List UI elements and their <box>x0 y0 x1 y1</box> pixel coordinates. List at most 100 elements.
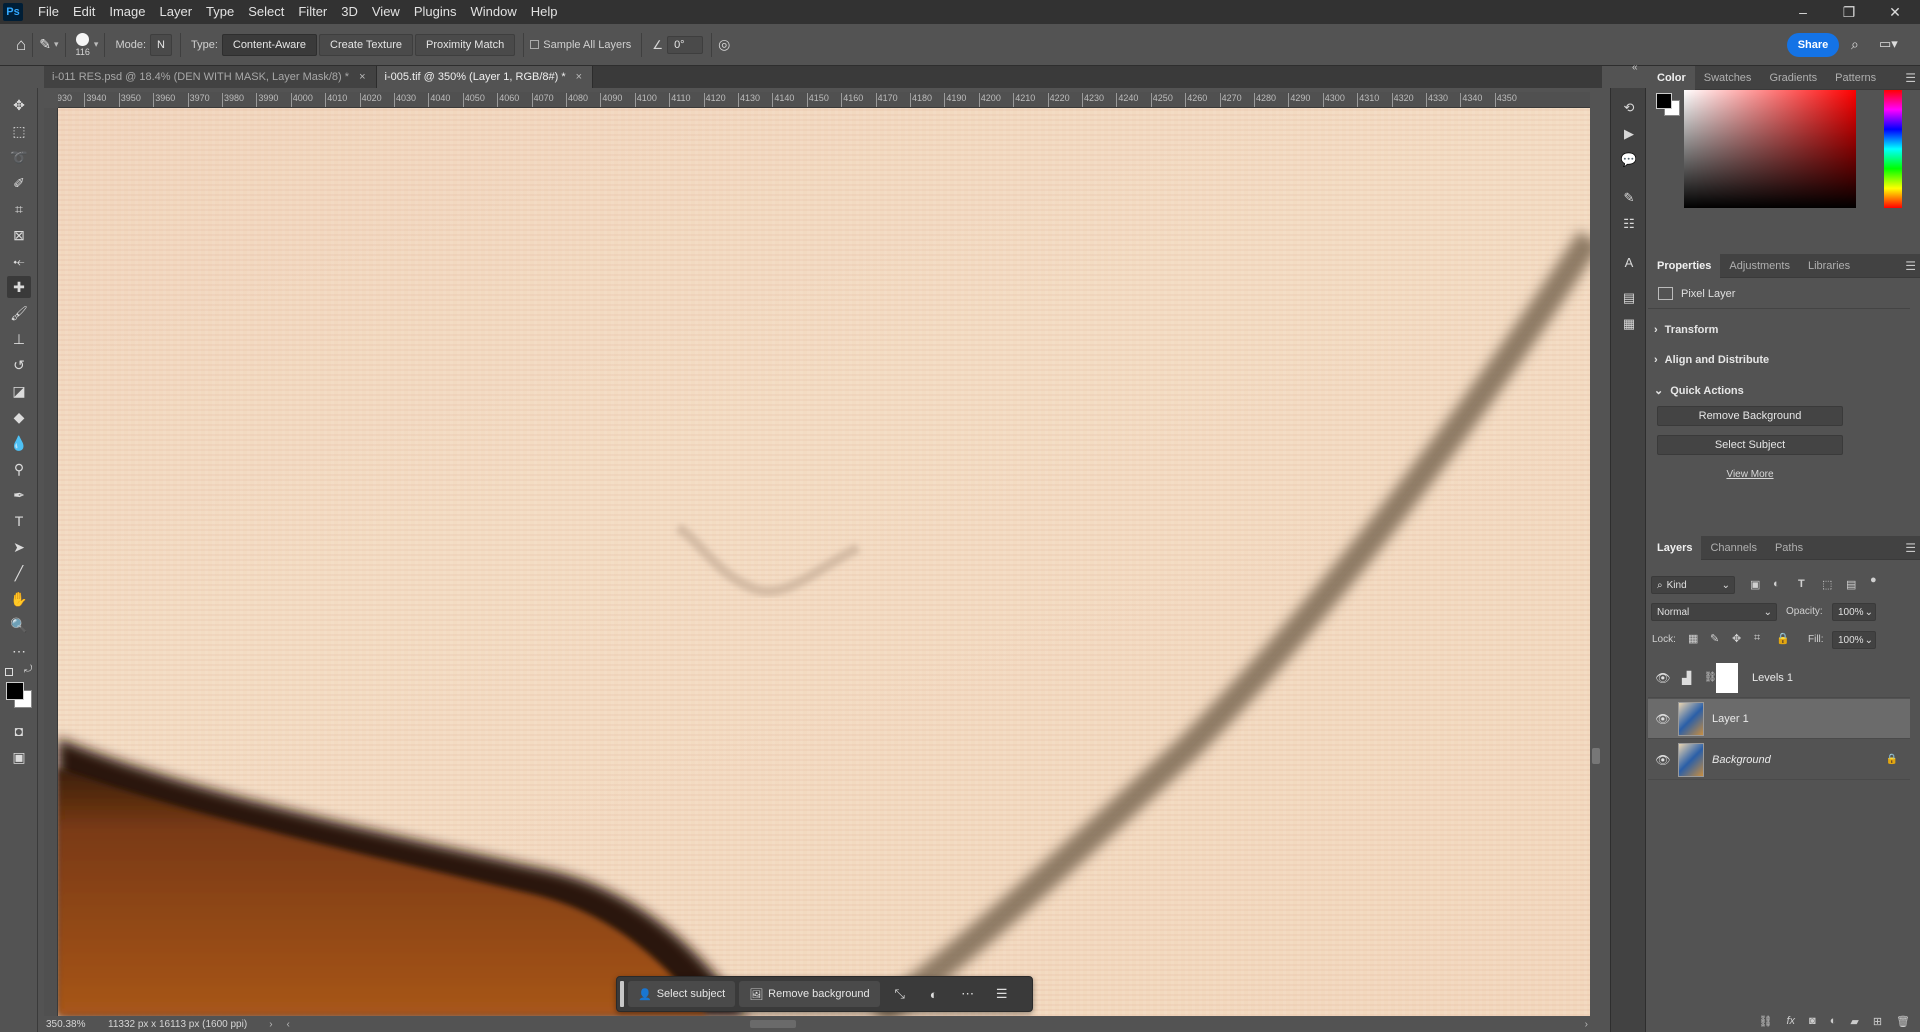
lock-pixels-icon[interactable]: ✎ <box>1710 632 1719 645</box>
type-tool-icon[interactable]: T <box>7 510 31 532</box>
close-tab-icon[interactable]: × <box>359 71 365 83</box>
lock-transparent-icon[interactable]: ▦ <box>1688 632 1698 645</box>
menu-layer[interactable]: Layer <box>153 0 200 24</box>
home-icon[interactable]: ⌂ <box>16 35 26 55</box>
layer-mask-thumbnail[interactable] <box>1716 662 1738 693</box>
adjustment-icon[interactable]: ◐ <box>920 981 948 1007</box>
lock-icon[interactable]: 🔒 <box>1886 754 1898 765</box>
close-window-button[interactable]: ✕ <box>1872 0 1918 24</box>
clone-stamp-tool-icon[interactable]: ⊥ <box>7 328 31 350</box>
tab-i-011[interactable]: i-011 RES.psd @ 18.4% (DEN WITH MASK, La… <box>44 66 377 88</box>
scroll-right-icon[interactable]: › <box>1585 1019 1588 1030</box>
proximity-match-button[interactable]: Proximity Match <box>415 33 516 56</box>
layer-row-levels-1[interactable]: 👁 ▟ ⛓ Levels 1 <box>1648 658 1910 698</box>
drag-handle-icon[interactable] <box>620 981 624 1007</box>
transform-section[interactable]: › Transform <box>1654 324 1718 336</box>
settings-sliders-icon[interactable]: ☰ <box>988 981 1016 1007</box>
tab-patterns[interactable]: Patterns <box>1826 66 1885 90</box>
eraser-tool-icon[interactable]: ◪ <box>7 380 31 402</box>
quick-mask-icon[interactable]: ◘ <box>7 720 31 742</box>
tab-color[interactable]: Color <box>1648 65 1695 90</box>
tab-channels[interactable]: Channels <box>1701 536 1765 560</box>
tab-i-005[interactable]: i-005.tif @ 350% (Layer 1, RGB/8#) * × <box>376 66 594 88</box>
brushes-icon[interactable]: ✎ <box>1619 188 1639 208</box>
glyphs-icon[interactable]: ▦ <box>1619 314 1639 334</box>
menu-type[interactable]: Type <box>199 0 241 24</box>
libraries-icon[interactable]: ▤ <box>1619 288 1639 308</box>
chevron-down-icon[interactable]: ▾ <box>54 39 59 50</box>
document-canvas[interactable] <box>58 108 1590 1016</box>
horizontal-scroll-thumb[interactable] <box>750 1020 796 1028</box>
lock-position-icon[interactable]: ✥ <box>1732 632 1741 645</box>
remove-background-quick-button[interactable]: Remove Background <box>1657 406 1843 426</box>
patch-tool-preset-icon[interactable]: ✎ <box>39 36 51 53</box>
comments-icon[interactable]: 💬 <box>1619 150 1639 170</box>
marquee-tool-icon[interactable]: ⬚ <box>7 120 31 142</box>
frame-tool-icon[interactable]: ⊠ <box>7 224 31 246</box>
restore-button[interactable]: ❐ <box>1826 0 1872 24</box>
status-expand-icon[interactable]: › <box>269 1019 272 1030</box>
filter-pixel-icon[interactable]: ▣ <box>1750 578 1760 591</box>
dodge-tool-icon[interactable]: ⚲ <box>7 458 31 480</box>
transform-icon[interactable]: ⤡ <box>886 981 914 1007</box>
scroll-left-icon[interactable]: ‹ <box>287 1019 290 1030</box>
tab-layers[interactable]: Layers <box>1648 535 1702 560</box>
filter-smart-object-icon[interactable]: ▤ <box>1846 578 1856 591</box>
filter-shape-icon[interactable]: ⬚ <box>1822 578 1832 591</box>
menu-view[interactable]: View <box>365 0 407 24</box>
menu-plugins[interactable]: Plugins <box>407 0 464 24</box>
layer-row-layer-1[interactable]: 👁 Layer 1 <box>1648 699 1910 739</box>
lock-all-icon[interactable]: 🔒 <box>1776 632 1790 645</box>
healing-brush-tool-icon[interactable]: ✚ <box>7 276 31 298</box>
tab-libraries[interactable]: Libraries <box>1799 254 1859 278</box>
scroll-thumb[interactable] <box>1592 748 1600 764</box>
quick-actions-section[interactable]: ⌄ Quick Actions <box>1654 384 1744 397</box>
adjustment-layer-icon[interactable]: ◐ <box>1830 1015 1837 1027</box>
tab-swatches[interactable]: Swatches <box>1695 66 1761 90</box>
pressure-icon[interactable]: ◎ <box>718 36 730 53</box>
fill-input[interactable]: 100% ⌄ <box>1832 631 1876 649</box>
actions-play-icon[interactable]: ▶ <box>1619 124 1639 144</box>
content-aware-button[interactable]: Content-Aware <box>221 33 318 56</box>
brush-tool-icon[interactable]: 🖌 <box>7 302 31 324</box>
zoom-level[interactable]: 350.38% <box>46 1019 106 1030</box>
visibility-eye-icon[interactable]: 👁 <box>1648 753 1678 767</box>
menu-file[interactable]: File <box>31 0 66 24</box>
history-icon[interactable]: ⟲ <box>1619 98 1639 118</box>
brush-settings-icon[interactable]: ☷ <box>1619 214 1639 234</box>
chevron-down-icon[interactable]: ▾ <box>94 39 99 50</box>
layer-filter-select[interactable]: ⌕ Kind ⌄ <box>1651 576 1735 594</box>
menu-select[interactable]: Select <box>241 0 291 24</box>
sample-all-layers-checkbox[interactable] <box>530 40 540 49</box>
more-options-icon[interactable]: ⋯ <box>954 981 982 1007</box>
foreground-color-chip[interactable] <box>1656 93 1672 109</box>
menu-edit[interactable]: Edit <box>66 0 102 24</box>
zoom-tool-icon[interactable]: 🔍 <box>7 614 31 636</box>
pen-tool-icon[interactable]: ✒ <box>7 484 31 506</box>
filter-adjustment-icon[interactable]: ◐ <box>1773 578 1780 590</box>
eyedropper-tool-icon[interactable]: ⤝ <box>7 250 31 272</box>
default-colors-icon[interactable] <box>5 668 13 676</box>
swap-colors-icon[interactable]: ⤾ <box>24 664 32 675</box>
more-tools-icon[interactable]: ⋯ <box>7 640 31 662</box>
lock-artboard-icon[interactable]: ⌗ <box>1754 632 1760 645</box>
search-icon[interactable]: ⌕ <box>1851 36 1859 53</box>
screen-mode-icon[interactable]: ▣ <box>7 746 31 768</box>
mode-select[interactable]: N <box>150 33 172 56</box>
panel-menu-icon[interactable]: ☰ <box>1905 71 1916 85</box>
select-subject-quick-button[interactable]: Select Subject <box>1657 435 1843 455</box>
menu-window[interactable]: Window <box>463 0 523 24</box>
tab-adjustments[interactable]: Adjustments <box>1720 254 1799 278</box>
layer-row-background[interactable]: 👁 Background 🔒 <box>1648 740 1910 780</box>
foreground-color-swatch[interactable] <box>6 682 24 700</box>
menu-help[interactable]: Help <box>524 0 565 24</box>
opacity-input[interactable]: 100% ⌄ <box>1832 603 1876 621</box>
blend-mode-select[interactable]: Normal ⌄ <box>1651 603 1777 621</box>
tab-gradients[interactable]: Gradients <box>1760 66 1826 90</box>
blur-tool-icon[interactable]: 💧 <box>7 432 31 454</box>
vertical-scrollbar[interactable] <box>1590 108 1602 1016</box>
select-subject-button[interactable]: 👤 Select subject <box>628 981 736 1007</box>
tab-properties[interactable]: Properties <box>1648 253 1721 278</box>
quick-selection-tool-icon[interactable]: ✐ <box>7 172 31 194</box>
hue-slider[interactable] <box>1884 90 1902 208</box>
